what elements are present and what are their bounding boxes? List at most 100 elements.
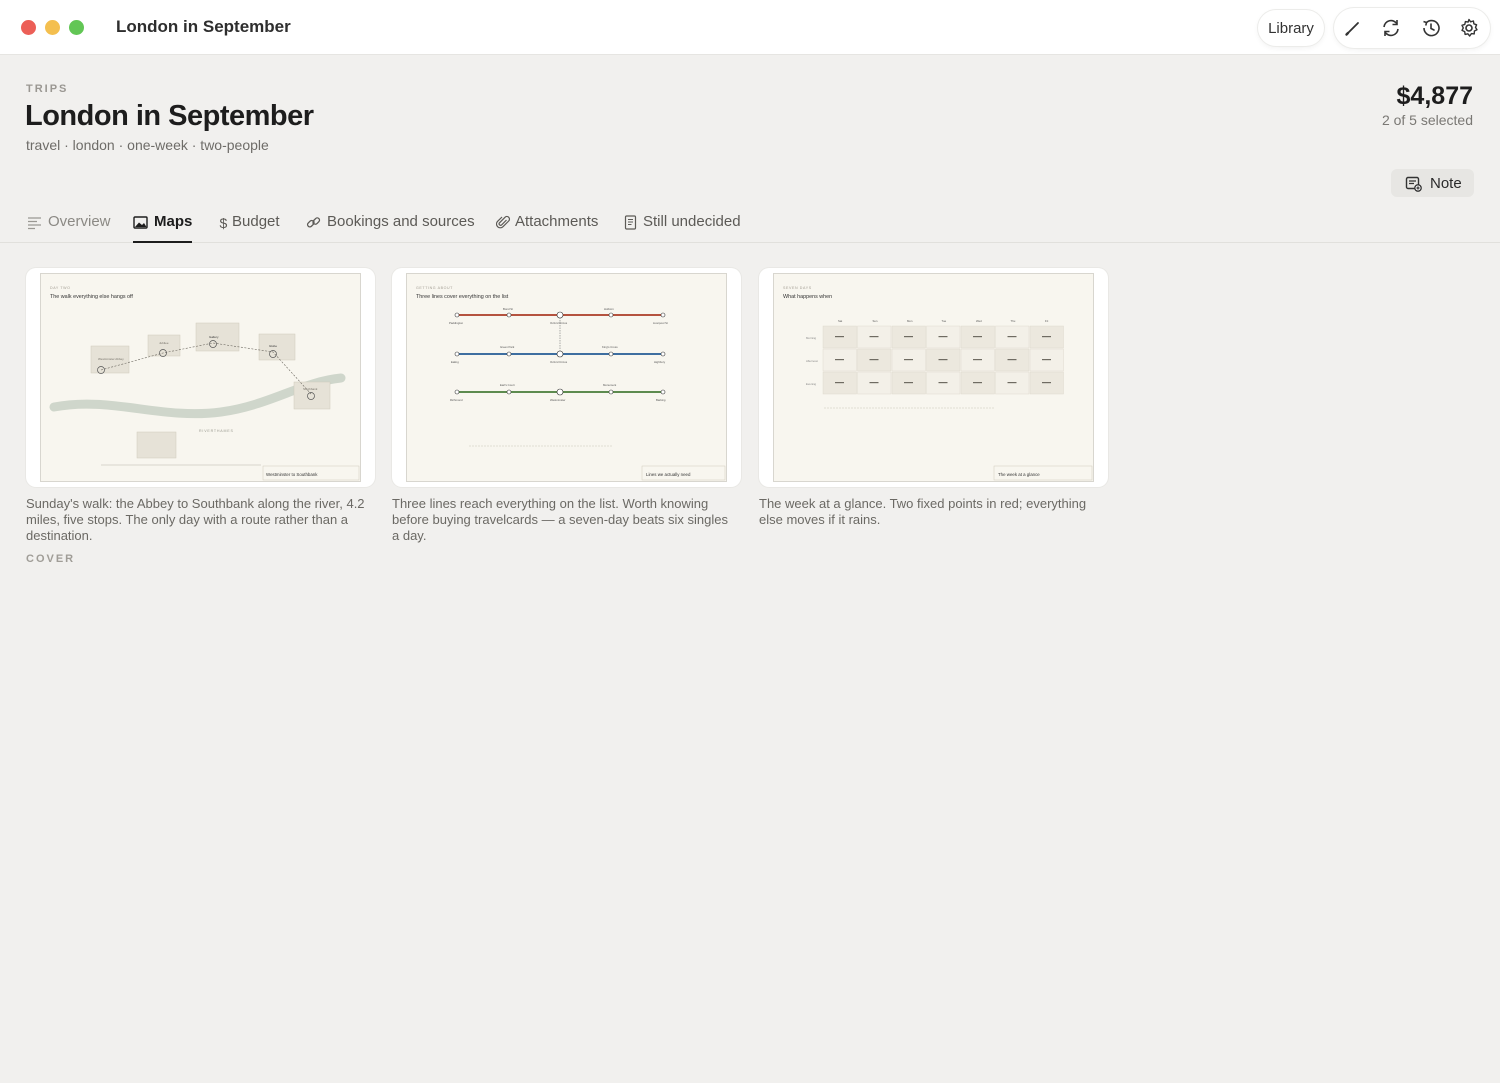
station-label: Westminster — [550, 398, 566, 402]
station-label: Green Park — [500, 345, 515, 349]
map-thumbnail: SEVEN DAYS What happens when Sat Sun Mon Tu… — [773, 273, 1094, 482]
row-label: Morning — [806, 336, 817, 340]
week-cell-text — [1042, 359, 1051, 361]
note-button-label: Note — [1430, 174, 1462, 192]
station-label: Highbury — [654, 360, 666, 364]
tab-budget[interactable]: $ Budget — [217, 213, 280, 243]
history-icon[interactable] — [1420, 17, 1442, 39]
map-card-lines[interactable]: GETTING ABOUT Three lines cover everythi… — [392, 268, 741, 487]
svg-text:$: $ — [220, 215, 228, 230]
week-cell-text — [1007, 359, 1017, 361]
stop-label: Globe — [269, 344, 277, 348]
station-label: Holborn — [604, 307, 614, 311]
week-cell-text — [1007, 336, 1017, 338]
minimize-window-button[interactable] — [45, 20, 60, 35]
tab-maps[interactable]: Maps — [133, 213, 193, 243]
selected-count: 2 of 5 selected — [1381, 112, 1473, 128]
day-label: Thu — [1011, 319, 1016, 323]
stamp-label: The week at a glance — [998, 472, 1040, 477]
pencil-icon[interactable] — [1342, 17, 1364, 39]
week-cell-text — [904, 336, 913, 338]
stop-label: Westminster Abbey — [98, 357, 124, 361]
note-button[interactable]: Note — [1391, 169, 1474, 197]
tab-label: Attachments — [515, 213, 599, 230]
week-cell-text — [938, 382, 948, 384]
map-card-week[interactable]: SEVEN DAYS What happens when Sat Sun Mon Tu… — [759, 268, 1108, 487]
week-cell-text — [835, 382, 844, 384]
tab-overview[interactable]: Overview — [27, 213, 111, 243]
week-cell-text — [835, 336, 844, 338]
stop-label: Gallery — [209, 335, 219, 339]
row-label: Afternoon — [806, 359, 819, 363]
card-eyebrow: SEVEN DAYS — [783, 286, 812, 290]
day-label: Sun — [873, 319, 878, 323]
library-button[interactable]: Library — [1258, 10, 1324, 46]
toolbar-group — [1334, 8, 1490, 48]
station-label: Ealing — [451, 360, 459, 364]
tab-label: Bookings and sources — [327, 213, 475, 230]
image-icon — [133, 215, 148, 230]
row-label: Evening — [806, 382, 817, 386]
dollar-icon: $ — [217, 215, 228, 230]
card-heading: Three lines cover everything on the list — [416, 294, 509, 300]
card-caption: Three lines reach everything on the list… — [392, 496, 729, 543]
station-label: Monument — [603, 383, 616, 387]
week-cell-text — [835, 359, 844, 361]
refresh-icon[interactable] — [1380, 17, 1402, 39]
week-cell-text — [869, 336, 879, 338]
week-cell-text — [904, 359, 913, 361]
station-label: Liverpool St — [653, 321, 668, 325]
window-title: London in September — [116, 17, 291, 36]
tab-label: Still undecided — [643, 213, 741, 230]
week-cell-text — [938, 336, 948, 338]
link-icon — [306, 215, 321, 230]
week-cell-text — [1007, 382, 1017, 384]
map-thumbnail: GETTING ABOUT Three lines cover everythi… — [406, 273, 727, 482]
zoom-window-button[interactable] — [69, 20, 84, 35]
tab-still-undecided[interactable]: Still undecided — [623, 213, 741, 243]
card-caption: The week at a glance. Two fixed points i… — [759, 496, 1087, 527]
breadcrumb-trips[interactable]: TRIPS — [26, 83, 68, 95]
cover-badge: COVER — [26, 553, 76, 565]
station-label: Earl's Court — [500, 383, 515, 387]
day-label: Tue — [942, 319, 947, 323]
close-window-button[interactable] — [21, 20, 36, 35]
gear-icon[interactable] — [1458, 17, 1480, 39]
station-label: Barking — [656, 398, 666, 402]
card-caption: Sunday's walk: the Abbey to Southbank al… — [26, 496, 365, 543]
document-icon — [623, 215, 638, 230]
tab-bar: Overview Maps $ Budget Bookings and sour… — [0, 200, 1500, 243]
station-label: Bond St — [503, 307, 513, 311]
card-eyebrow: DAY TWO — [50, 286, 71, 290]
title-bar: London in September Library — [0, 0, 1500, 55]
station-label: Oxford Circus — [550, 321, 568, 325]
week-cell-text — [869, 359, 879, 361]
card-heading: What happens when — [783, 294, 832, 300]
week-cell-text — [938, 359, 948, 361]
stamp-label: Westminster to Southbank — [266, 472, 318, 477]
paperclip-icon — [496, 215, 511, 230]
page-title: London in September — [25, 100, 314, 132]
tab-bookings[interactable]: Bookings and sources — [306, 213, 475, 243]
tab-label: Maps — [154, 213, 193, 230]
day-label: Sat — [838, 319, 842, 323]
station-label: Richmond — [450, 398, 463, 402]
tag-list: travel · london · one-week · two-people — [26, 137, 269, 153]
note-icon — [1405, 176, 1422, 192]
station-label: Paddington — [449, 321, 464, 325]
station-label: King's Cross — [602, 345, 618, 349]
station-label: Oxford Circus — [550, 360, 568, 364]
river-label: RIVERTHAMES — [199, 429, 234, 433]
day-label: Mon — [907, 319, 913, 323]
map-card-walk[interactable]: DAY TWO The walk everything else hangs o… — [26, 268, 375, 487]
card-eyebrow: GETTING ABOUT — [416, 286, 453, 290]
week-cell-text — [973, 382, 982, 384]
total-cost: $4,877 — [1396, 82, 1473, 110]
map-thumbnail: DAY TWO The walk everything else hangs o… — [40, 273, 361, 482]
week-cell-text — [1042, 382, 1051, 384]
tab-label: Overview — [48, 213, 111, 230]
day-label: Wed — [976, 319, 982, 323]
week-cell-text — [973, 359, 982, 361]
card-heading: The walk everything else hangs off — [50, 294, 133, 300]
tab-attachments[interactable]: Attachments — [496, 213, 598, 243]
